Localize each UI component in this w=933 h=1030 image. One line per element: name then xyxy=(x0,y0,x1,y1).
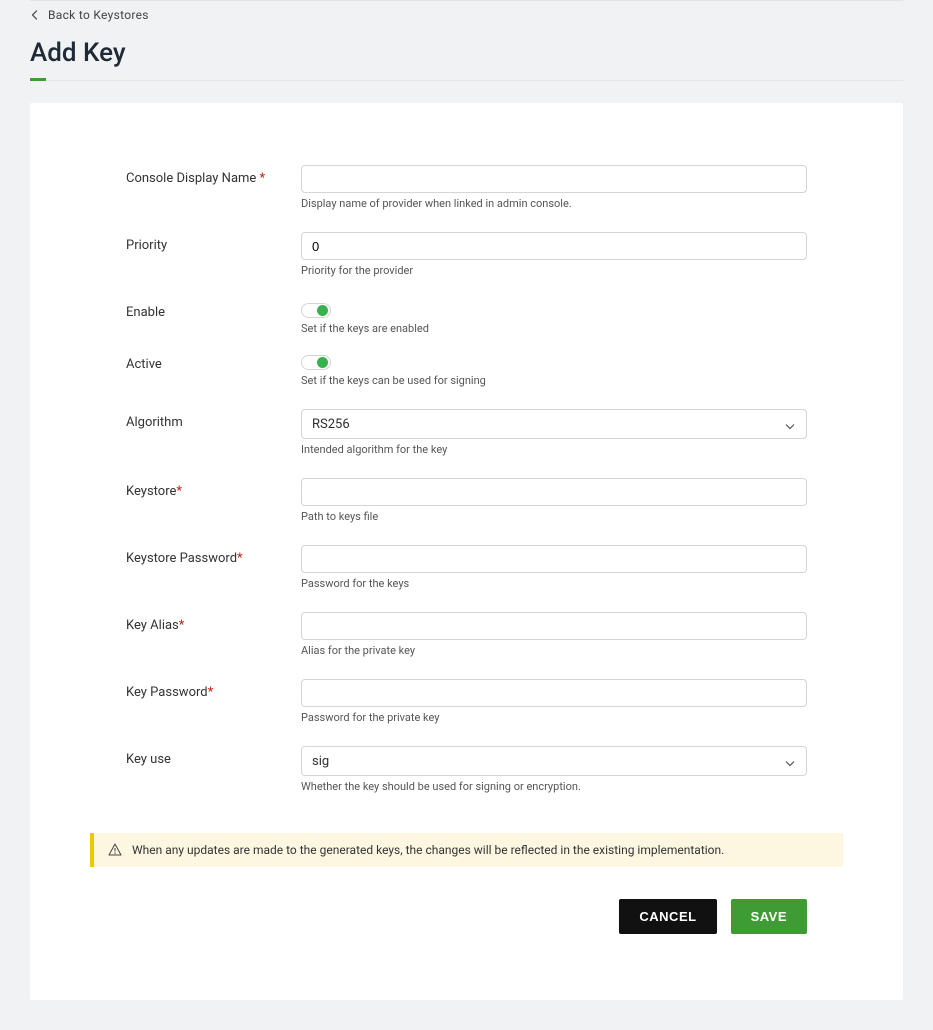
save-button[interactable]: SAVE xyxy=(731,899,807,934)
key-password-input[interactable] xyxy=(301,679,807,707)
label-keystore: Keystore* xyxy=(126,478,301,499)
help-active: Set if the keys can be used for signing xyxy=(301,374,807,387)
back-link[interactable]: Back to Keystores xyxy=(30,8,149,22)
help-keystore-password: Password for the keys xyxy=(301,577,807,590)
label-console-display-name: Console Display Name * xyxy=(126,165,301,186)
cancel-button[interactable]: CANCEL xyxy=(619,899,716,934)
algorithm-selected-value: RS256 xyxy=(312,417,350,432)
priority-input[interactable] xyxy=(301,232,807,260)
help-key-use: Whether the key should be used for signi… xyxy=(301,780,807,793)
keystore-password-input[interactable] xyxy=(301,545,807,573)
back-link-label: Back to Keystores xyxy=(48,8,149,22)
active-toggle[interactable] xyxy=(301,355,331,370)
label-key-alias: Key Alias* xyxy=(126,612,301,633)
help-algorithm: Intended algorithm for the key xyxy=(301,443,807,456)
key-use-selected-value: sig xyxy=(312,754,329,769)
title-underline xyxy=(30,78,46,81)
warning-alert: When any updates are made to the generat… xyxy=(90,833,843,867)
label-keystore-password: Keystore Password* xyxy=(126,545,301,566)
toggle-knob-icon xyxy=(317,305,328,316)
back-arrow-icon xyxy=(30,10,40,20)
help-enable: Set if the keys are enabled xyxy=(301,322,807,335)
help-key-alias: Alias for the private key xyxy=(301,644,807,657)
help-key-password: Password for the private key xyxy=(301,711,807,724)
toggle-knob-icon xyxy=(317,357,328,368)
key-use-select[interactable]: sig xyxy=(301,746,807,776)
help-keystore: Path to keys file xyxy=(301,510,807,523)
warning-text: When any updates are made to the generat… xyxy=(132,843,724,857)
warning-icon xyxy=(108,843,122,857)
enable-toggle[interactable] xyxy=(301,303,331,318)
label-enable: Enable xyxy=(126,299,301,320)
form-card: Console Display Name * Display name of p… xyxy=(30,103,903,1000)
key-alias-input[interactable] xyxy=(301,612,807,640)
help-console-display-name: Display name of provider when linked in … xyxy=(301,197,807,210)
help-priority: Priority for the provider xyxy=(301,264,807,277)
label-algorithm: Algorithm xyxy=(126,409,301,430)
keystore-input[interactable] xyxy=(301,478,807,506)
console-display-name-input[interactable] xyxy=(301,165,807,193)
label-active: Active xyxy=(126,351,301,372)
algorithm-select[interactable]: RS256 xyxy=(301,409,807,439)
page-title: Add Key xyxy=(30,38,903,81)
label-key-password: Key Password* xyxy=(126,679,301,700)
label-key-use: Key use xyxy=(126,746,301,767)
label-priority: Priority xyxy=(126,232,301,253)
